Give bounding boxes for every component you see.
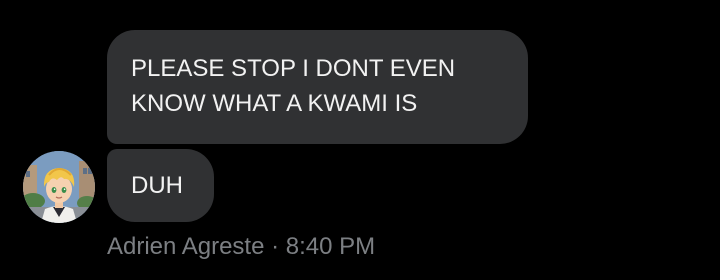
message-timestamp: 8:40 PM bbox=[285, 233, 376, 260]
message-bubble[interactable]: PLEASE STOP I DONT EVEN KNOW WHAT A KWAM… bbox=[107, 30, 528, 144]
sender-avatar[interactable] bbox=[23, 151, 95, 223]
message-bubble[interactable]: DUH bbox=[107, 149, 214, 222]
message-text-line: PLEASE STOP I DONT EVEN bbox=[131, 55, 456, 82]
meta-separator: · bbox=[264, 233, 286, 260]
message-text-line: KNOW WHAT A KWAMI IS bbox=[131, 90, 418, 117]
sender-name[interactable]: Adrien Agreste bbox=[107, 233, 264, 260]
message-meta: Adrien Agreste · 8:40 PM bbox=[107, 231, 375, 263]
message-text: DUH bbox=[131, 172, 183, 199]
avatar-icon bbox=[23, 151, 95, 223]
